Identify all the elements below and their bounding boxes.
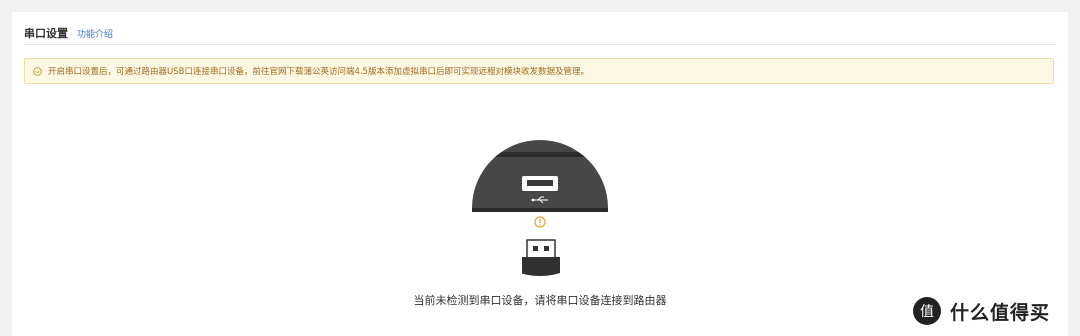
usb-disconnected-icon (472, 140, 608, 276)
svg-text:值: 值 (920, 304, 934, 320)
feature-intro-link[interactable]: 功能介绍 (77, 27, 113, 40)
info-notice: 开启串口设置后，可通过路由器USB口连接串口设备，前往官网下载蒲公英访问端4.5… (24, 58, 1054, 84)
watermark: 值 什么值得买 (912, 296, 1050, 326)
serial-settings-card: 串口设置 功能介绍 开启串口设置后，可通过路由器USB口连接串口设备，前往官网下… (12, 12, 1068, 336)
no-device-message: 当前未检测到串口设备，请将串口设备连接到路由器 (413, 294, 667, 307)
card-header: 串口设置 功能介绍 (24, 22, 1056, 45)
smzdm-logo-icon: 值 (913, 297, 941, 325)
watermark-text: 什么值得买 (950, 301, 1051, 324)
page-title: 串口设置 (24, 27, 68, 40)
notice-text: 开启串口设置后，可通过路由器USB口连接串口设备，前往官网下载蒲公英访问端4.5… (48, 67, 589, 77)
info-circle-icon (33, 66, 42, 76)
